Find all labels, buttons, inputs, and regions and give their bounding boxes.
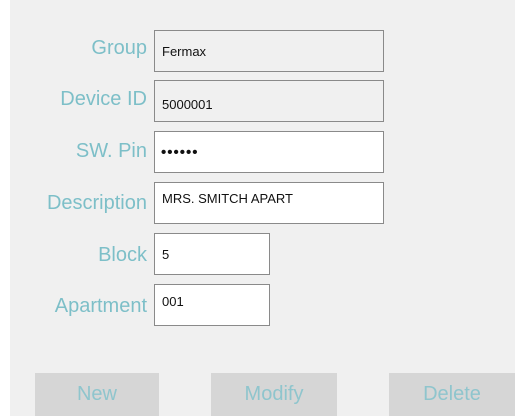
new-button[interactable]: New xyxy=(35,373,159,416)
description-input[interactable]: MRS. SMITCH APART xyxy=(154,182,384,224)
apartment-label: Apartment xyxy=(54,295,147,317)
block-label: Block xyxy=(98,244,147,266)
device-id-field[interactable]: 5000001 xyxy=(154,80,384,122)
sw-pin-input[interactable]: •••••• xyxy=(154,131,384,173)
group-label: Group xyxy=(91,37,147,59)
modify-button[interactable]: Modify xyxy=(211,373,337,416)
block-input[interactable]: 5 xyxy=(154,233,270,275)
group-field[interactable]: Fermax xyxy=(154,30,384,72)
delete-button[interactable]: Delete xyxy=(389,373,515,416)
sw-pin-label: SW. Pin xyxy=(75,140,147,162)
apartment-input[interactable]: 001 xyxy=(154,284,270,326)
device-id-label: Device ID xyxy=(60,88,147,110)
description-label: Description xyxy=(46,192,147,214)
